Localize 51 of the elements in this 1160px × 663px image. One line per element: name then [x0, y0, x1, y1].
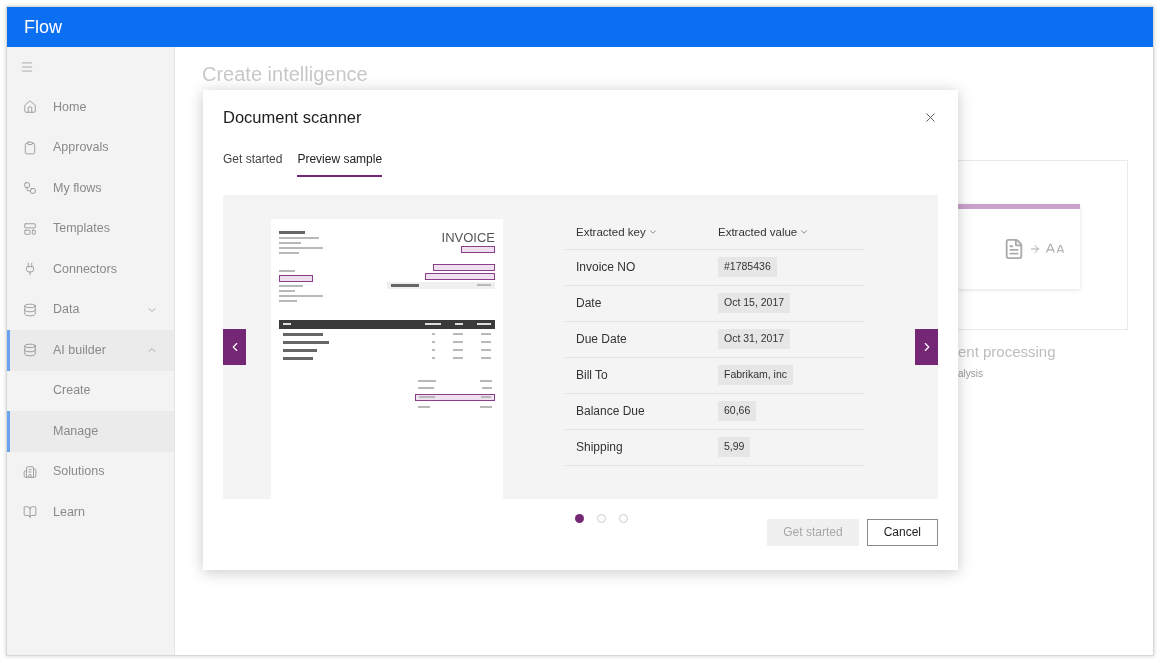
table-cell-text: Due Date [575, 331, 628, 349]
sidebar-item[interactable]: Solutions [7, 451, 174, 492]
sidebar-item[interactable]: Connectors [7, 249, 174, 290]
table-cell-text: Invoice NO [575, 259, 637, 277]
table-cell-text: Shipping [575, 439, 624, 457]
sidebar-item[interactable]: My flows [7, 168, 174, 209]
value-chip: Oct 15, 2017 [718, 293, 791, 314]
sidebar-item[interactable]: Approvals [7, 127, 174, 168]
nav-icon [23, 262, 37, 277]
address-lines-drawing [279, 284, 323, 302]
value-chip: #1785436 [718, 257, 777, 278]
nav-icon [23, 140, 37, 155]
invoice-title: INVOICE [441, 230, 495, 244]
sidebar-item[interactable]: Learn [7, 492, 174, 533]
document-icon [1003, 238, 1025, 260]
nav-icon [23, 221, 37, 236]
cancel-button[interactable]: Cancel [866, 518, 938, 546]
nav-icon [23, 302, 37, 317]
card-title: ent processing [958, 342, 1056, 362]
sidebar-item[interactable]: Data [7, 289, 174, 330]
value-chip: 60,66 [718, 401, 757, 422]
sidebar-item[interactable]: Create [7, 370, 174, 411]
highlight-box [279, 274, 313, 282]
column-header[interactable]: Extracted value [718, 223, 810, 241]
app-title: Flow [24, 15, 62, 39]
table-cell-text: Date [575, 295, 603, 313]
tab[interactable]: Get started [223, 149, 283, 177]
nav-icon [23, 505, 37, 520]
highlight-box [461, 245, 495, 253]
sidebar-item[interactable]: Manage [7, 411, 174, 452]
card-subtitle: alysis [958, 367, 983, 381]
nav-icon [23, 343, 37, 358]
value-chip: 5,99 [718, 437, 751, 458]
address-lines-drawing [279, 236, 323, 254]
previous-button[interactable] [223, 328, 246, 365]
company-name-drawing [279, 230, 305, 234]
nav-icon [23, 464, 37, 479]
sidebar-item[interactable]: Home [7, 87, 174, 128]
tab[interactable]: Preview sample [297, 149, 383, 177]
nav-icon [23, 100, 37, 115]
table-cell-text: Balance Due [575, 403, 646, 421]
dialog-title: Document scanner [223, 107, 362, 128]
value-chip: Fabrikam, inc [718, 365, 793, 386]
sidebar-item[interactable]: AI builder [7, 330, 174, 371]
nav-icon [23, 181, 37, 196]
arrow-icon [1029, 243, 1041, 255]
column-header[interactable]: Extracted key [565, 223, 718, 241]
sidebar-item[interactable]: Templates [7, 208, 174, 249]
table-cell-text: Bill To [575, 367, 609, 385]
value-chip: Oct 31, 2017 [718, 329, 791, 350]
next-button[interactable] [915, 328, 938, 365]
